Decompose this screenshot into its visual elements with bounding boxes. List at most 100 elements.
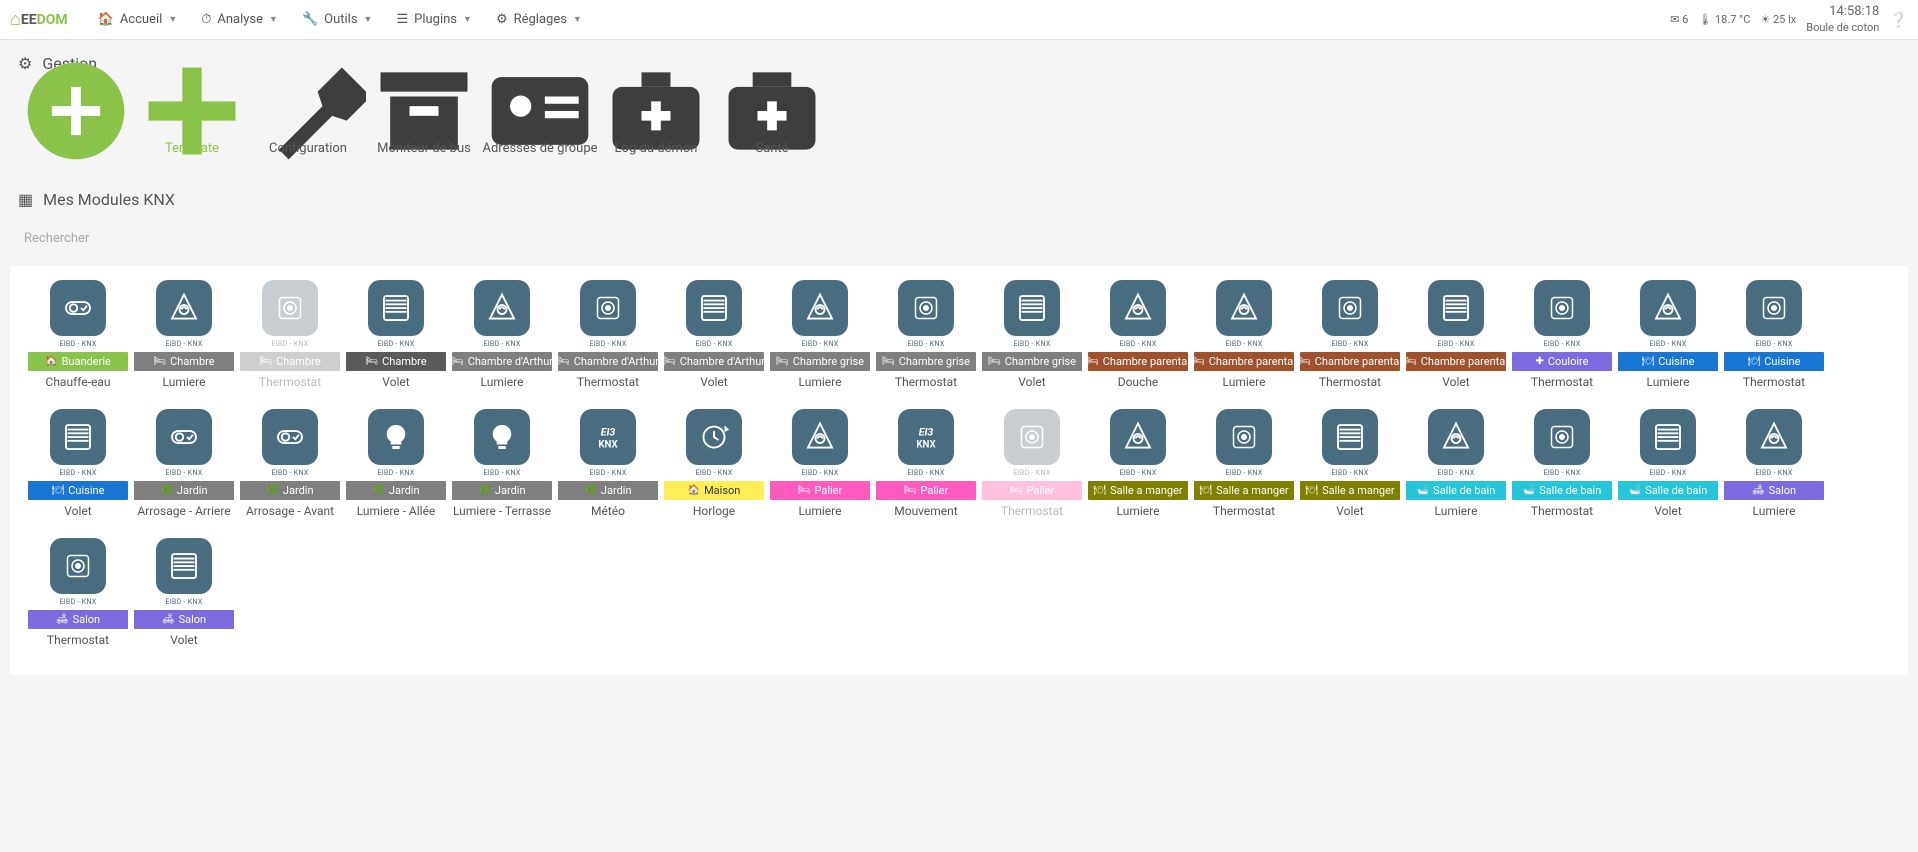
room-icon: 🛋 [56, 614, 69, 625]
module-volet[interactable]: EIBD - KNX 🛋Salon Volet [134, 538, 234, 647]
module-protocol: EIBD - KNX [1194, 469, 1294, 477]
module-thermostat[interactable]: EIBD - KNX ✚Couloire Thermostat [1512, 280, 1612, 389]
module-room-tag: 🛏Chambre parental [1300, 352, 1400, 371]
module-name: Horloge [664, 504, 764, 518]
logo[interactable]: ⌂ EEDOM [10, 9, 68, 30]
room-icon: ✚ [1536, 356, 1544, 367]
room-icon: 🛏 [1406, 356, 1417, 367]
module-douche[interactable]: EIBD - KNX 🛏Chambre parental Douche [1088, 280, 1188, 389]
module-thermostat[interactable]: EIBD - KNX 🛏Chambre parental Thermostat [1300, 280, 1400, 389]
nav-icon: 🔧 [302, 12, 318, 27]
module-thermostat[interactable]: EIBD - KNX 🛏Palier Thermostat [982, 409, 1082, 518]
module-room-tag: 🌿Jardin [452, 481, 552, 500]
room-icon: 🛏 [153, 356, 166, 367]
module-volet[interactable]: EIBD - KNX 🛏Chambre d'Arthur Volet [664, 280, 764, 389]
module-volet[interactable]: EIBD - KNX 🛁Salle de bain Volet [1618, 409, 1718, 518]
module-mouvement[interactable]: EI3KNX EIBD - KNX 🛏Palier Mouvement [876, 409, 976, 518]
module-thumb [792, 280, 848, 336]
module-volet[interactable]: EIBD - KNX 🍽Salle a manger Volet [1300, 409, 1400, 518]
module-protocol: EIBD - KNX [1618, 340, 1718, 348]
search-input[interactable] [14, 223, 1904, 254]
room-icon: 🍽 [52, 485, 65, 496]
module-thermostat[interactable]: EIBD - KNX 🍽Cuisine Thermostat [1724, 280, 1824, 389]
action-configuration[interactable]: Configuration [250, 87, 366, 156]
module-name: Volet [1618, 504, 1718, 518]
help-icon[interactable]: ❔ [1889, 11, 1908, 29]
module-room-tag: 🍽Cuisine [1618, 352, 1718, 371]
room-icon: 🛁 [1417, 485, 1429, 496]
module-lumiere[interactable]: EIBD - KNX 🛏Palier Lumiere [770, 409, 870, 518]
module-thumb [1216, 280, 1272, 336]
action-log-du-démon[interactable]: Log du démon [598, 87, 714, 156]
module-room-tag: 🛏Chambre [134, 352, 234, 371]
module-thumb [156, 409, 212, 465]
caret-icon: ▼ [269, 14, 278, 25]
module-thermostat[interactable]: EIBD - KNX 🛋Salon Thermostat [28, 538, 128, 647]
module-chauffe-eau[interactable]: EIBD - KNX 🏠Buanderie Chauffe-eau [28, 280, 128, 389]
module-thermostat[interactable]: EIBD - KNX 🛏Chambre grise Thermostat [876, 280, 976, 389]
module-météo[interactable]: EI3KNX EIBD - KNX 🌿Jardin Météo [558, 409, 658, 518]
module-lumiere[interactable]: EIBD - KNX 🛏Chambre grise Lumiere [770, 280, 870, 389]
room-icon: 🛏 [904, 485, 917, 496]
action-ajouter[interactable]: Ajouter [18, 87, 134, 156]
module-volet[interactable]: EIBD - KNX 🛏Chambre grise Volet [982, 280, 1082, 389]
module-arrosage---avant[interactable]: EIBD - KNX 🌿Jardin Arrosage - Avant [240, 409, 340, 518]
module-room-tag: 🌿Jardin [558, 481, 658, 500]
nav-right: ✉ 6 🌡 18.7 °C ☀ 25 lx 14:58:18 Boule de … [1670, 4, 1908, 35]
module-thumb [50, 538, 106, 594]
module-protocol: EIBD - KNX [1724, 469, 1824, 477]
module-arrosage---arriere[interactable]: EIBD - KNX 🌿Jardin Arrosage - Arriere [134, 409, 234, 518]
module-name: Lumiere [134, 375, 234, 389]
module-room-tag: 🛏Palier [982, 481, 1082, 500]
module-lumiere[interactable]: EIBD - KNX 🍽Cuisine Lumiere [1618, 280, 1718, 389]
nav-item-outils[interactable]: 🔧Outils▼ [290, 0, 385, 40]
module-thumb [156, 280, 212, 336]
room-icon: 🍽 [1093, 485, 1106, 496]
module-name: Lumiere [1406, 504, 1506, 518]
module-room-tag: 🛁Salle de bain [1406, 481, 1506, 500]
module-thermostat[interactable]: EIBD - KNX 🍽Salle a manger Thermostat [1194, 409, 1294, 518]
module-lumiere[interactable]: EIBD - KNX 🛏Chambre d'Arthur Lumiere [452, 280, 552, 389]
module-thumb [368, 409, 424, 465]
module-protocol: EIBD - KNX [1088, 469, 1188, 477]
room-icon: 🌿 [478, 485, 490, 496]
module-room-tag: 🛏Chambre parental [1088, 352, 1188, 371]
module-thermostat[interactable]: EIBD - KNX 🛏Chambre Thermostat [240, 280, 340, 389]
module-thermostat[interactable]: EIBD - KNX 🛏Chambre d'Arthur Thermostat [558, 280, 658, 389]
module-name: Volet [982, 375, 1082, 389]
module-lumiere[interactable]: EIBD - KNX 🛋Salon Lumiere [1724, 409, 1824, 518]
module-volet[interactable]: EIBD - KNX 🛏Chambre Volet [346, 280, 446, 389]
nav-item-analyse[interactable]: ⏱Analyse▼ [189, 0, 290, 40]
module-room-tag: 🛏Chambre parental [1406, 352, 1506, 371]
action-moniteur-de-bus[interactable]: Moniteur de bus [366, 87, 482, 156]
module-room-tag: 🍽Cuisine [1724, 352, 1824, 371]
module-name: Arrosage - Avant [240, 504, 340, 518]
module-protocol: EIBD - KNX [558, 340, 658, 348]
module-thermostat[interactable]: EIBD - KNX 🛁Salle de bain Thermostat [1512, 409, 1612, 518]
room-icon: 🍽 [1305, 485, 1318, 496]
action-santé[interactable]: Santé [714, 87, 830, 156]
module-thumb [1004, 280, 1060, 336]
module-horloge[interactable]: EIBD - KNX 🏠Maison Horloge [664, 409, 764, 518]
room-icon: 🛏 [988, 356, 1001, 367]
module-lumiere[interactable]: EIBD - KNX 🛁Salle de bain Lumiere [1406, 409, 1506, 518]
module-lumiere---allée[interactable]: EIBD - KNX 🌿Jardin Lumiere - Allée [346, 409, 446, 518]
nav-item-accueil[interactable]: 🏠Accueil▼ [86, 0, 190, 40]
plus-circle-icon [18, 87, 134, 135]
module-lumiere[interactable]: EIBD - KNX 🛏Chambre Lumiere [134, 280, 234, 389]
modules-header: ▦ Mes Modules KNX [0, 176, 1918, 217]
nav-item-plugins[interactable]: ☰Plugins▼ [384, 0, 483, 40]
module-volet[interactable]: EIBD - KNX 🍽Cuisine Volet [28, 409, 128, 518]
room-icon: 🛏 [365, 356, 378, 367]
nav-icon: ⏱ [201, 12, 211, 27]
module-lumiere---terrasse[interactable]: EIBD - KNX 🌿Jardin Lumiere - Terrasse [452, 409, 552, 518]
module-lumiere[interactable]: EIBD - KNX 🛏Chambre parental Lumiere [1194, 280, 1294, 389]
module-thumb [1216, 409, 1272, 465]
messages-count[interactable]: ✉ 6 [1670, 13, 1688, 26]
module-volet[interactable]: EIBD - KNX 🛏Chambre parental Volet [1406, 280, 1506, 389]
module-name: Volet [134, 633, 234, 647]
module-lumiere[interactable]: EIBD - KNX 🍽Salle a manger Lumiere [1088, 409, 1188, 518]
action-adresses-de-groupe[interactable]: Adresses de groupe [482, 87, 598, 156]
action-template[interactable]: Template [134, 87, 250, 156]
nav-item-réglages[interactable]: ⚙Réglages▼ [484, 0, 594, 40]
